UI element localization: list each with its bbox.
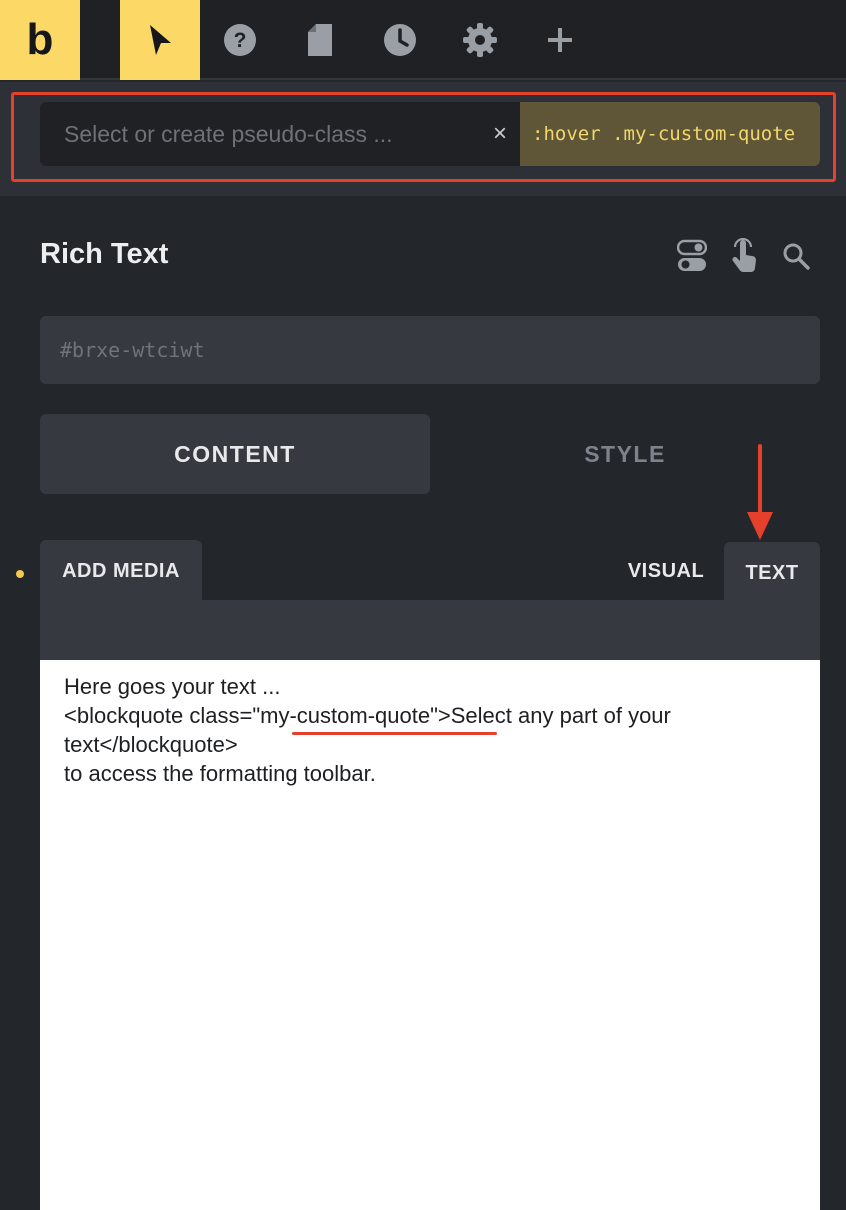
add-media-label: ADD MEDIA xyxy=(62,559,180,582)
search-button[interactable] xyxy=(779,238,813,274)
editor-toolbar-area xyxy=(40,600,820,660)
annotation-arrow xyxy=(747,444,773,540)
history-button[interactable] xyxy=(360,0,440,80)
settings-button[interactable] xyxy=(440,0,520,80)
close-icon: × xyxy=(492,120,507,147)
hand-pointer-icon xyxy=(732,238,756,272)
search-icon xyxy=(783,243,810,270)
add-element-button[interactable] xyxy=(520,0,600,80)
logo-letter: b xyxy=(26,15,54,64)
interactions-button[interactable] xyxy=(727,238,761,274)
settings-icon xyxy=(463,23,497,57)
add-media-button[interactable]: ADD MEDIA xyxy=(40,540,202,602)
element-id-field[interactable]: #brxe-wtciwt xyxy=(40,316,820,384)
pseudo-class-placeholder: Select or create pseudo-class ... xyxy=(64,120,393,147)
tab-text[interactable]: TEXT xyxy=(724,542,820,604)
tab-visual-label: VISUAL xyxy=(627,559,705,582)
tab-content-label: CONTENT xyxy=(174,440,296,467)
panel-title: Rich Text xyxy=(40,238,169,270)
tab-content[interactable]: CONTENT xyxy=(40,414,430,494)
editor-line: Here goes your text ... xyxy=(64,674,281,699)
annotation-underline xyxy=(292,732,497,735)
active-selector-tag[interactable]: :hover .my-custom-quote xyxy=(520,102,820,166)
select-element-button[interactable] xyxy=(120,0,200,80)
top-toolbar: b ? xyxy=(0,0,846,80)
pages-button[interactable] xyxy=(280,0,360,80)
help-button[interactable]: ? xyxy=(200,0,280,80)
element-id-text: #brxe-wtciwt xyxy=(60,338,205,362)
pseudo-class-input[interactable]: Select or create pseudo-class ... xyxy=(40,102,520,166)
clear-pseudo-class-button[interactable]: × xyxy=(480,102,520,166)
modified-indicator-dot xyxy=(16,570,24,578)
svg-text:?: ? xyxy=(234,29,247,52)
builder-logo-button[interactable]: b xyxy=(0,0,80,80)
tab-visual[interactable]: VISUAL xyxy=(608,542,724,600)
select-pointer-icon xyxy=(150,25,171,55)
page-icon xyxy=(308,24,332,56)
help-icon: ? xyxy=(224,24,256,56)
history-icon xyxy=(384,24,416,56)
rich-text-editor[interactable]: Here goes your text ... <blockquote clas… xyxy=(40,660,820,1210)
active-selector-text: :hover .my-custom-quote xyxy=(532,123,796,145)
editor-line: to access the formatting toolbar. xyxy=(64,761,376,786)
plus-icon xyxy=(548,28,572,52)
editor-line: <blockquote class="my-custom-quote">Sele… xyxy=(64,703,671,757)
tab-style-label: STYLE xyxy=(584,440,666,467)
tab-text-label: TEXT xyxy=(745,561,799,584)
toggle-settings-button[interactable] xyxy=(675,238,709,274)
pseudo-class-bar: Select or create pseudo-class ... × :hov… xyxy=(0,82,846,196)
toggle-icon xyxy=(677,239,707,271)
